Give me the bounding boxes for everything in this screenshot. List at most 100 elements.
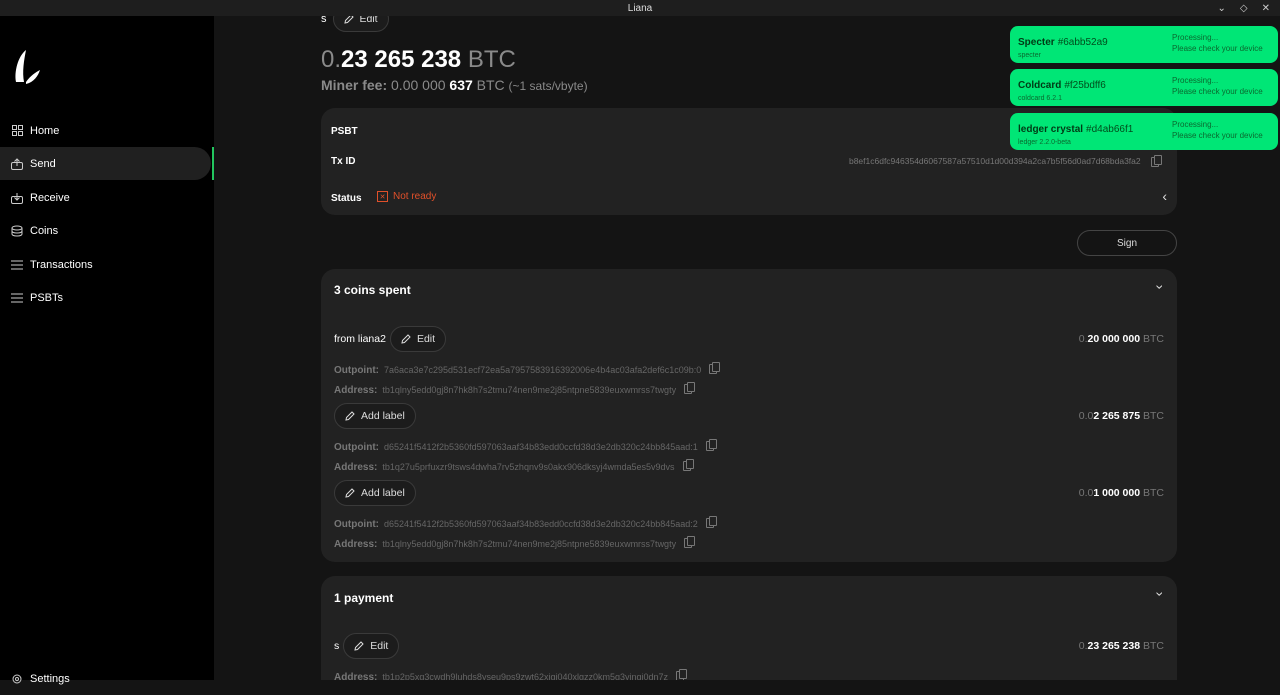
outpoint-label: Outpoint: bbox=[334, 442, 379, 453]
coin-amount: 0.20 000 000 BTC bbox=[1079, 333, 1164, 345]
coin-label-row: Add label bbox=[334, 403, 416, 429]
add-label-button[interactable]: Add label bbox=[334, 403, 416, 429]
device-fingerprint: #6abb52a9 bbox=[1057, 37, 1108, 48]
coin-label-row: from liana2 Edit bbox=[334, 326, 447, 352]
chevron-down-icon[interactable]: › bbox=[1153, 285, 1169, 290]
device-fingerprint: #d4ab66f1 bbox=[1086, 124, 1134, 135]
amount-unit: BTC bbox=[1143, 410, 1164, 422]
button-label: Add label bbox=[361, 487, 405, 499]
sidebar-item-label: PSBTs bbox=[30, 291, 64, 304]
window-title: Liana bbox=[627, 2, 653, 14]
status-value-row: ✕ Not ready bbox=[377, 191, 436, 202]
sidebar-item-label: Settings bbox=[30, 672, 70, 685]
status-label: Status bbox=[331, 193, 362, 204]
copy-icon[interactable] bbox=[676, 668, 688, 680]
status-value: Not ready bbox=[393, 191, 437, 202]
device-name: Specter bbox=[1018, 37, 1055, 48]
copy-icon[interactable] bbox=[684, 535, 696, 548]
outpoint-label: Outpoint: bbox=[334, 365, 379, 376]
outpoint-row: Outpoint: 7a6aca3e7c295d531ecf72ea5a79575… bbox=[334, 360, 721, 378]
edit-button[interactable]: Edit bbox=[332, 16, 389, 32]
coin-amount: 0.02 265 875 BTC bbox=[1079, 410, 1164, 422]
sidebar-item-home[interactable]: Home bbox=[0, 114, 214, 147]
copy-icon[interactable] bbox=[705, 438, 717, 451]
list-icon bbox=[11, 259, 23, 271]
amount-unit: BTC bbox=[1143, 487, 1164, 499]
sidebar-item-receive[interactable]: Receive bbox=[0, 181, 214, 214]
chevron-down-icon[interactable]: › bbox=[1153, 592, 1169, 597]
edit-label-button[interactable]: Edit bbox=[343, 633, 400, 659]
toast-message: Please check your device bbox=[1172, 44, 1263, 53]
coins-spent-card: 3 coins spent › from liana2 Edit 0.20 00… bbox=[321, 269, 1177, 562]
sign-button[interactable]: Sign bbox=[1077, 230, 1177, 256]
address-row: Address: tb1q27u5prfuxzr9tsws4dwha7rv5zhq… bbox=[334, 457, 694, 475]
fee-unit: BTC bbox=[476, 77, 505, 93]
payment-label: s bbox=[334, 640, 340, 652]
coin-label-row: Add label bbox=[334, 480, 416, 506]
copy-icon[interactable] bbox=[709, 361, 721, 374]
payment-title: 1 payment bbox=[334, 591, 394, 605]
amount-main: 2 265 875 bbox=[1093, 410, 1141, 422]
outpoint-value: 7a6aca3e7c295d531ecf72ea5a79575839163920… bbox=[383, 365, 702, 375]
amount-unit: BTC bbox=[467, 46, 516, 73]
coin-amount: 0.01 000 000 BTC bbox=[1079, 487, 1164, 499]
txid-label: Tx ID bbox=[331, 156, 356, 167]
add-label-button[interactable]: Add label bbox=[334, 480, 416, 506]
address-row: Address: tb1p2p5xq3cwdh9luhds8yseu9ps9zwt… bbox=[334, 667, 688, 680]
copy-icon[interactable] bbox=[705, 515, 717, 528]
address-value: tb1qlny5edd0gj8n7hk8h7s2tmu74nen9me2j85n… bbox=[382, 539, 677, 549]
toast-status: Processing... bbox=[1172, 120, 1219, 129]
device-toast[interactable]: Specter #6abb52a9 specter Processing... Pl… bbox=[1010, 26, 1278, 63]
coins-title: 3 coins spent bbox=[334, 283, 411, 297]
sidebar-item-psbts[interactable]: PSBTs bbox=[0, 281, 214, 314]
outpoint-label: Outpoint: bbox=[334, 519, 379, 530]
edit-label: Edit bbox=[359, 16, 378, 25]
toast-status: Processing... bbox=[1172, 33, 1219, 42]
sidebar-item-settings[interactable]: Settings bbox=[0, 662, 214, 695]
sidebar-item-label: Home bbox=[30, 124, 60, 137]
device-toast[interactable]: Coldcard #f25bdff6 coldcard 6.2.1 Process… bbox=[1010, 69, 1278, 106]
miner-fee: Miner fee: 0.00 000 637 BTC (~1 sats/vby… bbox=[321, 77, 588, 93]
address-row: Address: tb1qlny5edd0gj8n7hk8h7s2tmu74nen… bbox=[334, 380, 696, 398]
toast-status: Processing... bbox=[1172, 76, 1219, 85]
amount-unit: BTC bbox=[1143, 640, 1164, 652]
payment-label-row: s Edit bbox=[334, 633, 400, 659]
fee-label: Miner fee: bbox=[321, 77, 388, 93]
address-value: tb1qlny5edd0gj8n7hk8h7s2tmu74nen9me2j85n… bbox=[382, 385, 677, 395]
device-fingerprint: #f25bdff6 bbox=[1064, 80, 1106, 91]
copy-icon[interactable] bbox=[1151, 154, 1162, 167]
fee-dim: 0.00 000 bbox=[391, 77, 446, 93]
sign-label: Sign bbox=[1116, 237, 1137, 249]
pencil-icon bbox=[345, 411, 355, 421]
sidebar-item-coins[interactable]: Coins bbox=[0, 214, 214, 247]
copy-icon[interactable] bbox=[682, 458, 694, 471]
amount-dim: 0.0 bbox=[1078, 487, 1094, 499]
chevron-left-icon[interactable]: ‹ bbox=[1162, 188, 1167, 204]
send-icon bbox=[11, 157, 23, 170]
maximize-icon[interactable]: ◇ bbox=[1240, 3, 1248, 14]
minimize-icon[interactable]: ⌄ bbox=[1218, 3, 1226, 14]
copy-icon[interactable] bbox=[684, 381, 696, 394]
sidebar-item-transactions[interactable]: Transactions bbox=[0, 248, 214, 281]
home-grid-icon bbox=[11, 125, 23, 137]
amount-dim: 0. bbox=[1078, 333, 1088, 345]
device-name: Coldcard bbox=[1018, 80, 1062, 91]
outpoint-value: d65241f5412f2b5360fd597063aaf34b83edd0cc… bbox=[383, 442, 698, 452]
amount-main: 23 265 238 bbox=[1087, 640, 1141, 652]
address-label: Address: bbox=[334, 462, 378, 473]
window-titlebar: Liana ⌄ ◇ ✕ bbox=[0, 0, 1280, 16]
sidebar-item-label: Coins bbox=[30, 224, 59, 237]
amount-main: 1 000 000 bbox=[1093, 487, 1141, 499]
toast-message: Please check your device bbox=[1172, 87, 1263, 96]
sidebar: Home Send Receive Coins Transactions PSB… bbox=[0, 16, 214, 685]
pencil-icon bbox=[343, 16, 354, 24]
edit-label-button[interactable]: Edit bbox=[389, 326, 447, 352]
address-value: tb1p2p5xq3cwdh9luhds8yseu9ps9zwt62xjgj04… bbox=[382, 672, 669, 680]
coins-icon bbox=[11, 225, 23, 237]
close-icon[interactable]: ✕ bbox=[1262, 3, 1270, 14]
address-label: Address: bbox=[334, 385, 378, 396]
device-toast[interactable]: ledger crystal #d4ab66f1 ledger 2.2.0-bet… bbox=[1010, 113, 1278, 150]
pencil-icon bbox=[401, 334, 411, 344]
sidebar-item-send[interactable]: Send bbox=[0, 147, 211, 180]
x-box-icon: ✕ bbox=[377, 191, 388, 202]
